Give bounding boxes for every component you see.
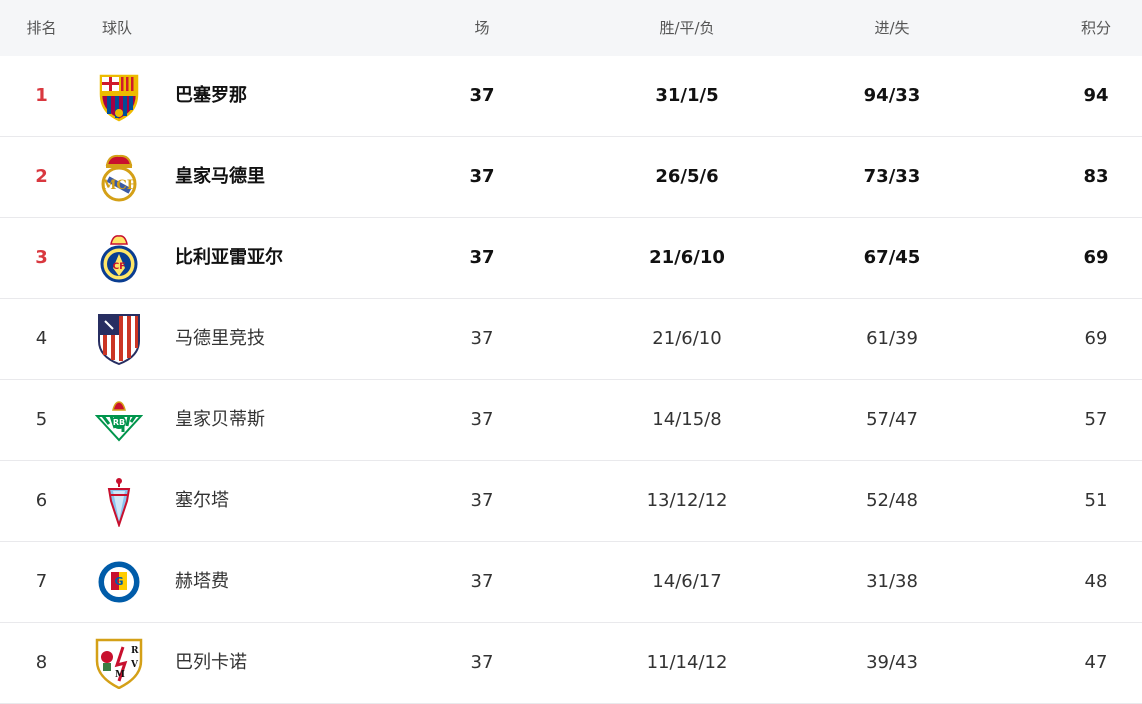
played-cell: 37 — [469, 85, 495, 106]
wdl-cell: 14/15/8 — [652, 409, 722, 430]
celta-vigo-crest-icon[interactable] — [95, 475, 143, 527]
goals-cell: 73/33 — [863, 166, 921, 187]
rank-cell: 8 — [35, 652, 48, 673]
svg-text:RB: RB — [113, 418, 125, 427]
table-row[interactable]: 7 G 赫塔费 37 14/6/17 31/38 48 — [0, 542, 1142, 623]
header-points: 积分 — [1080, 19, 1111, 37]
played-cell: 37 — [470, 409, 494, 430]
played-cell: 37 — [470, 490, 494, 511]
team-name[interactable]: 巴列卡诺 — [175, 623, 247, 703]
points-cell: 51 — [1084, 490, 1108, 511]
points-cell: 69 — [1084, 328, 1108, 349]
table-row[interactable]: 2 MCF 皇家马德里 37 26/5/6 73/33 83 — [0, 137, 1142, 218]
standings-table: 排名 球队 场 胜/平/负 进/失 积分 1 巴塞罗那 37 31/1/5 94… — [0, 0, 1142, 704]
team-name[interactable]: 比利亚雷亚尔 — [175, 218, 283, 298]
goals-cell: 67/45 — [863, 247, 921, 268]
table-row[interactable]: 3 CF 比利亚雷亚尔 37 21/6/10 67/45 69 — [0, 218, 1142, 299]
wdl-cell: 21/6/10 — [652, 328, 722, 349]
header-wdl: 胜/平/负 — [659, 19, 715, 37]
team-name[interactable]: 马德里竞技 — [175, 299, 265, 379]
goals-cell: 57/47 — [866, 409, 918, 430]
team-name[interactable]: 塞尔塔 — [175, 461, 229, 541]
header-rank: 排名 — [26, 19, 57, 37]
rank-cell: 4 — [35, 328, 48, 349]
header-goals: 进/失 — [874, 19, 910, 37]
goals-cell: 94/33 — [863, 85, 921, 106]
played-cell: 37 — [469, 247, 495, 268]
rank-cell: 3 — [35, 247, 48, 268]
table-row[interactable]: 5 RB 皇家贝蒂斯 37 14/15/8 57/47 57 — [0, 380, 1142, 461]
header-played: 场 — [474, 19, 490, 37]
rank-cell: 7 — [35, 571, 48, 592]
played-cell: 37 — [470, 328, 494, 349]
rank-cell: 6 — [35, 490, 48, 511]
rayo-vallecano-crest-icon[interactable]: R V M — [95, 637, 143, 689]
svg-text:MCF: MCF — [102, 178, 137, 193]
header-team: 球队 — [102, 19, 133, 37]
points-cell: 47 — [1084, 652, 1108, 673]
rank-cell: 1 — [35, 85, 48, 106]
svg-text:G: G — [114, 575, 123, 588]
table-row[interactable]: 1 巴塞罗那 37 31/1/5 94/33 94 — [0, 56, 1142, 137]
rank-cell: 2 — [35, 166, 48, 187]
goals-cell: 39/43 — [866, 652, 918, 673]
svg-text:R: R — [131, 646, 139, 656]
wdl-cell: 21/6/10 — [649, 247, 725, 268]
atletico-madrid-crest-icon[interactable] — [95, 313, 143, 365]
real-madrid-crest-icon[interactable]: MCF — [95, 151, 143, 203]
points-cell: 48 — [1084, 571, 1108, 592]
svg-text:M: M — [115, 670, 125, 680]
table-row[interactable]: 6 塞尔塔 37 13/12/12 52/48 51 — [0, 461, 1142, 542]
played-cell: 37 — [470, 571, 494, 592]
points-cell: 83 — [1083, 166, 1109, 187]
table-header: 排名 球队 场 胜/平/负 进/失 积分 — [0, 0, 1142, 56]
team-name[interactable]: 皇家贝蒂斯 — [175, 380, 265, 460]
barcelona-crest-icon[interactable] — [95, 70, 143, 122]
goals-cell: 61/39 — [866, 328, 918, 349]
svg-text:V: V — [130, 660, 139, 670]
wdl-cell: 13/12/12 — [646, 490, 728, 511]
played-cell: 37 — [470, 652, 494, 673]
wdl-cell: 31/1/5 — [655, 85, 719, 106]
table-row[interactable]: 8 R V M 巴列卡诺 37 11/14/12 39/43 47 — [0, 623, 1142, 704]
points-cell: 57 — [1084, 409, 1108, 430]
team-name[interactable]: 巴塞罗那 — [175, 56, 247, 136]
team-name[interactable]: 皇家马德里 — [175, 137, 265, 217]
wdl-cell: 11/14/12 — [646, 652, 728, 673]
points-cell: 94 — [1083, 85, 1109, 106]
svg-text:CF: CF — [113, 262, 126, 272]
goals-cell: 52/48 — [866, 490, 918, 511]
table-row[interactable]: 4 马德里竞技 37 21/6/10 61/39 69 — [0, 299, 1142, 380]
team-name[interactable]: 赫塔费 — [175, 542, 229, 622]
played-cell: 37 — [469, 166, 495, 187]
goals-cell: 31/38 — [866, 571, 918, 592]
villarreal-crest-icon[interactable]: CF — [95, 232, 143, 284]
wdl-cell: 14/6/17 — [652, 571, 722, 592]
wdl-cell: 26/5/6 — [655, 166, 719, 187]
getafe-crest-icon[interactable]: G — [95, 556, 143, 608]
points-cell: 69 — [1083, 247, 1109, 268]
rank-cell: 5 — [35, 409, 48, 430]
real-betis-crest-icon[interactable]: RB — [95, 394, 143, 446]
